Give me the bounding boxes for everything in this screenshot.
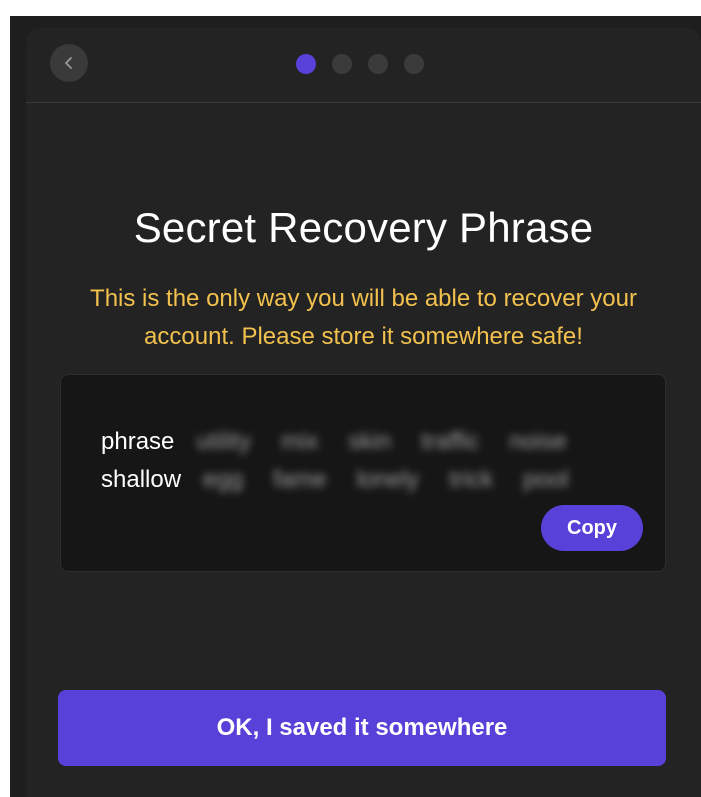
step-indicator (296, 54, 424, 74)
copy-button[interactable]: Copy (541, 505, 643, 551)
phrase-word-blurred: pool (523, 466, 569, 493)
chevron-left-icon (63, 56, 75, 70)
confirm-saved-button[interactable]: OK, I saved it somewhere (58, 690, 666, 766)
phrase-word-blurred: mix (281, 428, 319, 455)
phrase-words: phrase utility mix skin traffic noise sh… (101, 423, 621, 499)
step-dot-3 (368, 54, 388, 74)
recovery-phrase-panel: Secret Recovery Phrase This is the only … (26, 28, 701, 797)
phrase-word-blurred: trick (449, 466, 494, 493)
warning-text: This is the only way you will be able to… (90, 285, 637, 350)
header (26, 28, 701, 103)
phrase-word-blurred: lonely (356, 466, 420, 493)
phrase-word-blurred: skin (348, 428, 392, 455)
step-dot-1 (296, 54, 316, 74)
page-title: Secret Recovery Phrase (133, 204, 594, 251)
phrase-word: shallow (101, 466, 182, 493)
step-dot-4 (404, 54, 424, 74)
phrase-line-2: shallow egg fame lonely trick pool (101, 461, 621, 499)
back-button[interactable] (50, 44, 88, 82)
phrase-word-blurred: traffic (421, 428, 480, 455)
recovery-phrase-box: phrase utility mix skin traffic noise sh… (60, 374, 666, 572)
phrase-line-1: phrase utility mix skin traffic noise (101, 423, 621, 461)
window-frame: Secret Recovery Phrase This is the only … (10, 16, 701, 797)
phrase-word-blurred: utility (196, 428, 252, 455)
phrase-word-blurred: egg (203, 466, 244, 493)
phrase-word-blurred: noise (509, 428, 567, 455)
phrase-word-blurred: fame (273, 466, 327, 493)
step-dot-2 (332, 54, 352, 74)
phrase-word: phrase (101, 428, 175, 455)
